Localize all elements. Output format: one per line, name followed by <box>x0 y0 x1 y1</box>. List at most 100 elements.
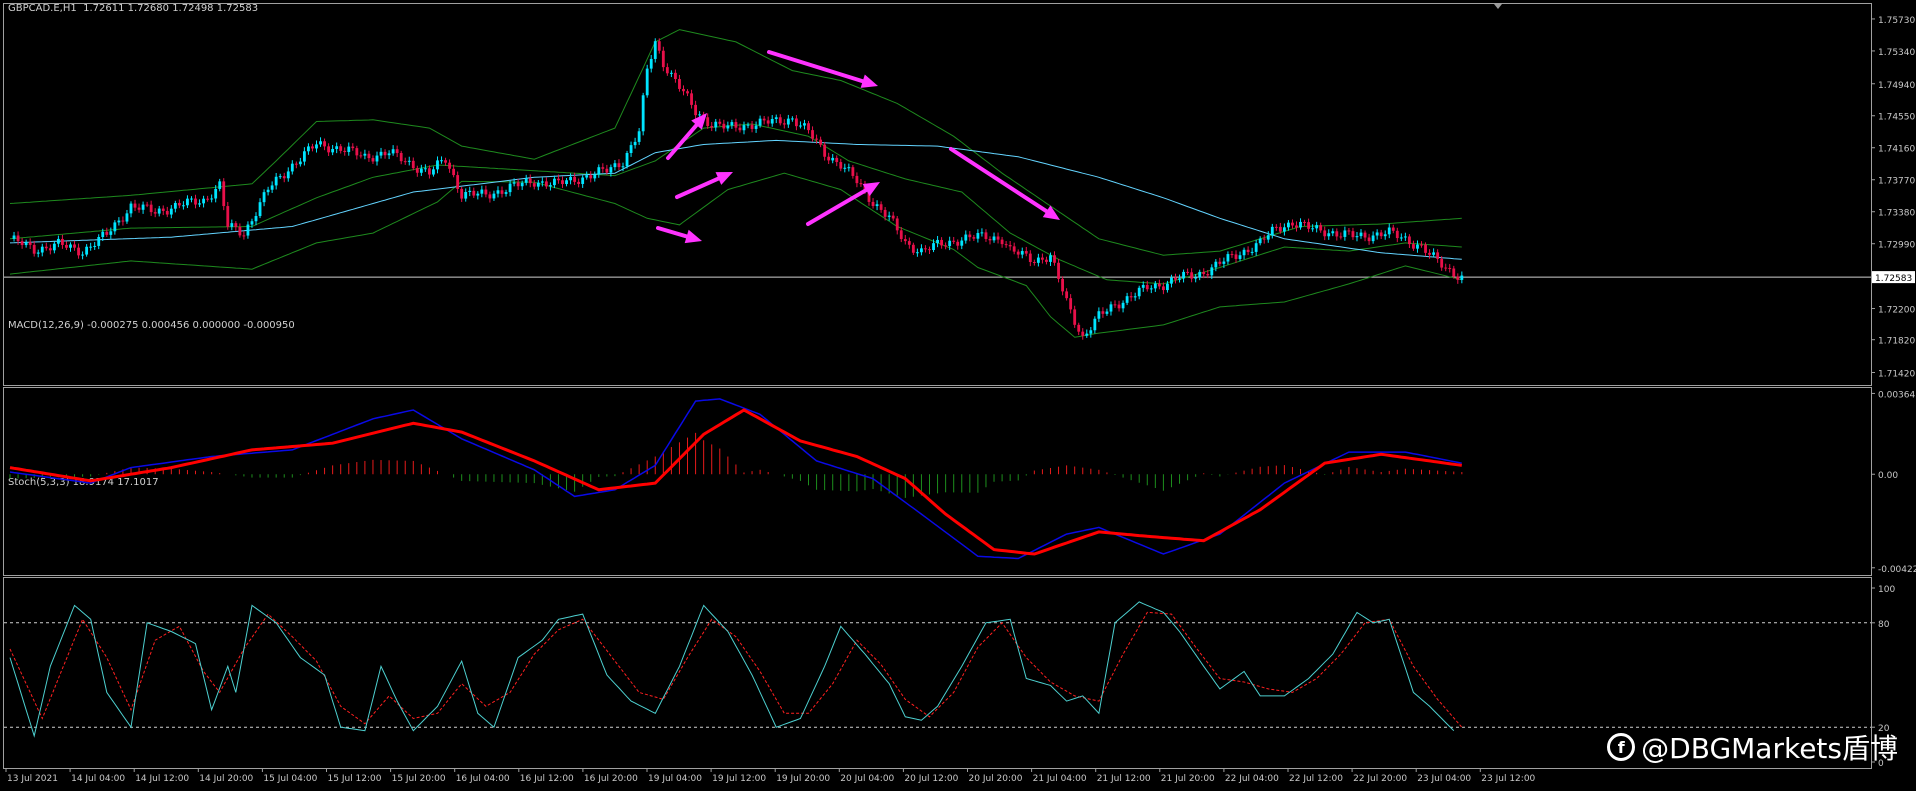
candle-bear <box>1032 262 1036 264</box>
candle-bear <box>1424 244 1427 253</box>
candle-bear <box>194 198 197 205</box>
candle-bull <box>1182 271 1185 279</box>
time-tick-label: 19 Jul 12:00 <box>712 774 766 784</box>
candle-bear <box>1081 331 1085 336</box>
candle-bear <box>1161 286 1165 291</box>
candle-bull <box>464 191 468 199</box>
candle-bull <box>113 222 117 232</box>
candle-bear <box>1218 261 1222 264</box>
candle-bull <box>1093 318 1097 331</box>
candle-bear <box>811 130 814 139</box>
candle-bull <box>1403 236 1407 238</box>
chart-shift-icon[interactable] <box>1494 4 1502 9</box>
candle-bear <box>1230 254 1234 256</box>
time-tick-label: 20 Jul 12:00 <box>904 774 958 784</box>
candle-bull <box>1210 267 1214 276</box>
candle-bear <box>1319 225 1323 231</box>
candle-bull <box>230 223 234 227</box>
candle-bear <box>827 156 831 161</box>
stoch-tick-label: 100 <box>1878 585 1895 595</box>
candle-bull <box>266 189 270 193</box>
candle-bear <box>28 242 32 245</box>
candle-bear <box>1206 274 1210 276</box>
candle-bear <box>968 234 972 238</box>
candle-bull <box>335 146 339 150</box>
candle-bull <box>1270 226 1274 236</box>
candle-bear <box>61 238 64 245</box>
candle-bear <box>944 245 948 247</box>
candle-bear <box>661 50 665 68</box>
candle-bear <box>1145 284 1149 290</box>
candle-bull <box>391 149 395 154</box>
candle-bull <box>758 118 762 126</box>
candle-bear <box>657 41 661 51</box>
candle-bull <box>790 118 794 120</box>
candle-bull <box>629 145 633 154</box>
candle-bear <box>823 144 827 157</box>
price-tick-label: 1.74940 <box>1878 81 1915 91</box>
candle-bull <box>645 68 649 96</box>
candle-bear <box>988 238 992 241</box>
candle-bull <box>89 246 93 248</box>
candle-bear <box>20 241 24 246</box>
candle-bear <box>137 207 141 210</box>
candle-bull <box>637 131 641 142</box>
candle-bear <box>952 240 956 242</box>
candle-bull <box>746 124 750 126</box>
candle-bull <box>633 141 637 146</box>
candle-bear <box>1157 283 1161 287</box>
candle-bear <box>722 123 726 129</box>
annotation-arrow-head <box>684 229 702 244</box>
candle-bull <box>1214 261 1218 268</box>
candle-bear <box>589 175 593 179</box>
trading-chart[interactable]: 1.75730 1.75340 1.74940 1.74550 1.74160 1.737… <box>0 0 1916 791</box>
candle-bull <box>803 123 806 126</box>
candle-bear <box>16 235 20 242</box>
candle-bear <box>678 79 681 89</box>
candle-bull <box>1331 231 1335 234</box>
watermark-text: @DBGMarkets盾博 <box>1641 732 1898 765</box>
candle-bear <box>839 162 843 169</box>
candle-bull <box>52 243 56 251</box>
candle-bull <box>173 202 177 209</box>
candle-bull <box>432 169 435 175</box>
candle-bull <box>593 174 597 179</box>
candle-bull <box>347 146 351 152</box>
candle-bull <box>1222 261 1226 264</box>
candle-bear <box>891 215 895 219</box>
candle-bear <box>395 149 399 154</box>
candle-bull <box>407 160 411 162</box>
candle-bear <box>879 204 883 210</box>
candle-bear <box>460 188 464 199</box>
candle-bull <box>24 242 28 246</box>
candle-bull <box>169 208 173 215</box>
candle-bear <box>1186 271 1190 273</box>
candle-bull <box>1020 251 1024 255</box>
time-tick-label: 14 Jul 12:00 <box>135 774 189 784</box>
candle-bear <box>472 190 476 196</box>
candle-bear <box>1351 231 1355 238</box>
candle-bear <box>399 153 403 162</box>
candle-bear <box>1420 244 1423 246</box>
candle-bear <box>367 153 371 159</box>
time-tick-label: 14 Jul 20:00 <box>199 774 253 784</box>
candle-bull <box>1327 233 1331 237</box>
candle-bear <box>105 231 109 235</box>
annotation-arrow-shaft <box>666 123 699 160</box>
candle-bear <box>1303 221 1306 223</box>
candle-bull <box>315 144 318 149</box>
candle-bull <box>730 122 734 126</box>
candle-bull <box>524 178 528 183</box>
candle-bear <box>206 198 210 200</box>
candle-bull <box>649 58 653 69</box>
candle-bull <box>625 153 629 167</box>
price-tick-label: 1.73770 <box>1878 177 1915 187</box>
candle-bull <box>1311 228 1315 230</box>
candle-bull <box>286 171 290 179</box>
candle-bear <box>819 139 823 145</box>
candle-bear <box>573 176 577 182</box>
candle-bear <box>1012 246 1016 252</box>
candle-bear <box>1262 238 1266 240</box>
candle-bull <box>585 175 589 178</box>
candle-bull <box>186 198 189 206</box>
